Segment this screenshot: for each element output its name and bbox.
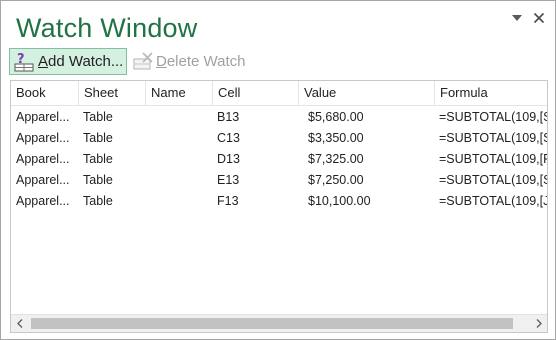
- value-cell: $7,325.00: [308, 152, 364, 166]
- chevron-down-icon: [512, 15, 522, 21]
- scrollbar-thumb[interactable]: [31, 318, 513, 329]
- delete-watch-icon: [133, 51, 153, 69]
- add-watch-label: Add Watch...: [38, 53, 124, 70]
- add-watch-button[interactable]: ? Add Watch...: [9, 48, 127, 75]
- pane-title: Watch Window: [16, 13, 198, 43]
- column-header-book[interactable]: Book: [11, 81, 73, 105]
- scroll-right-arrow-icon: [536, 319, 542, 328]
- book-cell: Apparel...: [16, 131, 70, 145]
- formula-cell: =SUBTOTAL(109,[Sh: [439, 110, 547, 124]
- svg-text:?: ?: [17, 52, 25, 67]
- scroll-left-arrow-icon: [16, 319, 22, 328]
- watch-row[interactable]: Apparel... Table E13 $7,250.00 =SUBTOTAL…: [11, 170, 547, 191]
- value-cell: $3,350.00: [308, 131, 364, 145]
- scroll-left-button[interactable]: [11, 315, 28, 332]
- sheet-cell: Table: [83, 152, 113, 166]
- watch-list[interactable]: Book Sheet Name Cell Value Formula Appar…: [10, 80, 548, 333]
- column-header-sheet[interactable]: Sheet: [78, 81, 144, 105]
- cell-ref-cell: B13: [217, 110, 240, 124]
- formula-cell: =SUBTOTAL(109,[Sw: [439, 173, 547, 187]
- sheet-cell: Table: [83, 194, 113, 208]
- delete-watch-button[interactable]: Delete Watch: [128, 48, 252, 75]
- name-cell: [145, 170, 212, 191]
- watch-row[interactable]: Apparel... Table B13 $5,680.00 =SUBTOTAL…: [11, 107, 547, 128]
- sheet-cell: Table: [83, 131, 113, 145]
- watch-list-header: Book Sheet Name Cell Value Formula: [11, 81, 547, 106]
- scroll-right-button[interactable]: [530, 315, 547, 332]
- value-cell: $10,100.00: [308, 194, 371, 208]
- watch-row[interactable]: Apparel... Table D13 $7,325.00 =SUBTOTAL…: [11, 149, 547, 170]
- close-icon: [533, 12, 545, 24]
- sheet-cell: Table: [83, 173, 113, 187]
- column-header-formula[interactable]: Formula: [434, 81, 547, 105]
- watch-row[interactable]: Apparel... Table F13 $10,100.00 =SUBTOTA…: [11, 191, 547, 212]
- column-header-name[interactable]: Name: [145, 81, 212, 105]
- add-watch-icon: ?: [14, 52, 34, 71]
- book-cell: Apparel...: [16, 173, 70, 187]
- book-cell: Apparel...: [16, 194, 70, 208]
- name-cell: [145, 128, 212, 149]
- horizontal-scrollbar[interactable]: [11, 314, 547, 332]
- formula-cell: =SUBTOTAL(109,[Sh: [439, 131, 547, 145]
- watch-row[interactable]: Apparel... Table C13 $3,350.00 =SUBTOTAL…: [11, 128, 547, 149]
- book-cell: Apparel...: [16, 152, 70, 166]
- name-cell: [145, 191, 212, 212]
- pane-close-button[interactable]: [530, 9, 548, 27]
- column-header-value[interactable]: Value: [298, 81, 431, 105]
- sheet-cell: Table: [83, 110, 113, 124]
- value-cell: $5,680.00: [308, 110, 364, 124]
- delete-watch-label: Delete Watch: [156, 53, 246, 70]
- watch-window-pane: Watch Window ? Add Watch... Delete Watch…: [0, 0, 556, 340]
- cell-ref-cell: D13: [217, 152, 240, 166]
- name-cell: [145, 149, 212, 170]
- name-cell: [145, 107, 212, 128]
- pane-options-button[interactable]: [508, 9, 526, 27]
- value-cell: $7,250.00: [308, 173, 364, 187]
- column-header-cell[interactable]: Cell: [212, 81, 297, 105]
- cell-ref-cell: C13: [217, 131, 240, 145]
- cell-ref-cell: F13: [217, 194, 239, 208]
- book-cell: Apparel...: [16, 110, 70, 124]
- cell-ref-cell: E13: [217, 173, 240, 187]
- formula-cell: =SUBTOTAL(109,[Ja: [439, 194, 547, 208]
- formula-cell: =SUBTOTAL(109,[Pa: [439, 152, 547, 166]
